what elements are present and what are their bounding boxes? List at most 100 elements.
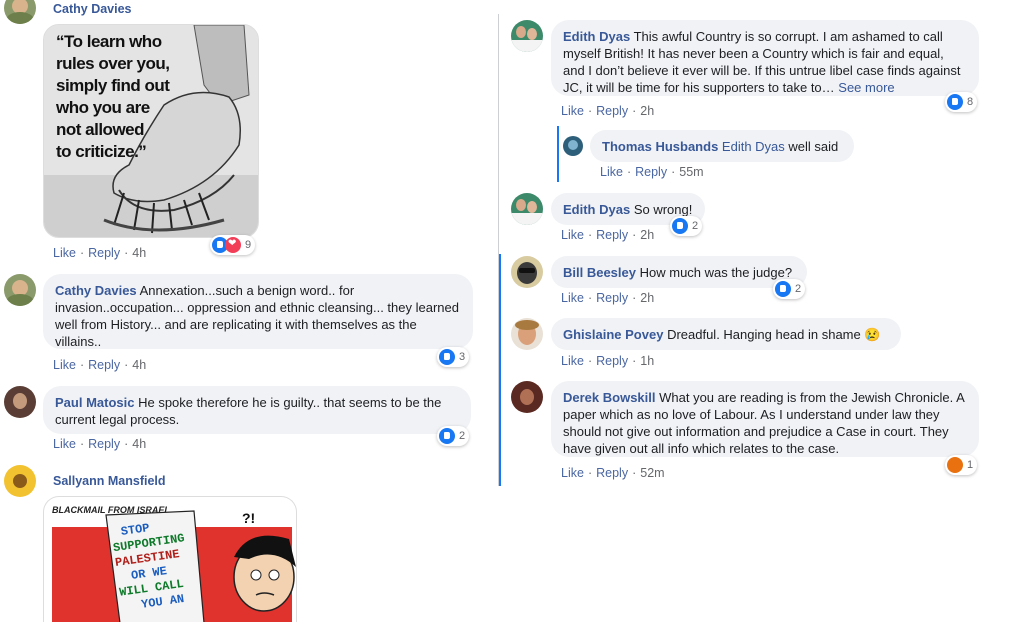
like-button[interactable]: Like: [600, 165, 623, 179]
avatar[interactable]: [511, 318, 543, 350]
reply-button[interactable]: Reply: [596, 291, 628, 305]
reply-button[interactable]: Reply: [596, 466, 628, 480]
avatar[interactable]: [4, 465, 36, 497]
reaction-count: 9: [245, 239, 252, 251]
love-reaction-icon: [225, 237, 241, 253]
reply-button[interactable]: Reply: [88, 246, 120, 260]
reply-button[interactable]: Reply: [596, 104, 628, 118]
comment-author[interactable]: Edith Dyas: [563, 202, 630, 217]
like-button[interactable]: Like: [53, 358, 76, 372]
comment-bubble: Cathy Davies Annexation...such a benign …: [43, 274, 473, 349]
separator: ·: [79, 358, 85, 372]
comment-author[interactable]: Cathy Davies: [55, 283, 137, 298]
avatar[interactable]: [511, 381, 543, 413]
like-button[interactable]: Like: [53, 246, 76, 260]
like-reaction-icon: [439, 428, 455, 444]
separator: ·: [79, 437, 85, 451]
reaction-summary[interactable]: 9: [210, 235, 256, 255]
comment-actions: Like · Reply · 2h: [561, 228, 654, 242]
timestamp[interactable]: 1h: [640, 354, 654, 368]
avatar[interactable]: [563, 136, 583, 156]
reaction-summary[interactable]: 1: [945, 455, 978, 475]
timestamp[interactable]: 2h: [640, 104, 654, 118]
comment-text: So wrong!: [633, 202, 693, 217]
comment-author[interactable]: Bill Beesley: [563, 265, 636, 280]
quote-line: “To learn who: [56, 32, 162, 51]
like-reaction-icon: [672, 218, 688, 234]
timestamp[interactable]: 52m: [640, 466, 664, 480]
reaction-summary[interactable]: 8: [945, 92, 978, 112]
see-more-link[interactable]: See more: [838, 80, 894, 95]
like-button[interactable]: Like: [561, 104, 584, 118]
mention-link[interactable]: Edith Dyas: [722, 139, 785, 154]
separator: ·: [587, 228, 593, 242]
comment-actions: Like · Reply · 4h: [53, 437, 146, 451]
like-reaction-icon: [947, 94, 963, 110]
comment-actions: Like · Reply · 4h: [53, 358, 146, 372]
like-button[interactable]: Like: [561, 228, 584, 242]
reply-bubble: Thomas Husbands Edith Dyas well said: [590, 130, 854, 162]
like-button[interactable]: Like: [561, 291, 584, 305]
avatar[interactable]: [511, 193, 543, 225]
comment-author[interactable]: Cathy Davies: [53, 2, 132, 16]
reaction-count: 8: [967, 96, 974, 108]
comment-text: well said: [788, 139, 839, 154]
reply-button[interactable]: Reply: [596, 354, 628, 368]
timestamp[interactable]: 4h: [132, 358, 146, 372]
separator: ·: [632, 228, 637, 242]
separator: ·: [632, 354, 637, 368]
comment-bubble: Ghislaine Povey Dreadful. Hanging head i…: [551, 318, 901, 350]
separator: ·: [587, 291, 593, 305]
timestamp[interactable]: 2h: [640, 228, 654, 242]
quote-line: simply find out: [56, 76, 170, 95]
avatar[interactable]: [4, 0, 36, 24]
comment-bubble: Edith Dyas This awful Country is so corr…: [551, 20, 979, 96]
reply-button[interactable]: Reply: [596, 228, 628, 242]
reply-indent-line: [557, 126, 559, 182]
separator: ·: [587, 354, 593, 368]
timestamp[interactable]: 55m: [679, 165, 703, 179]
quote-line: rules over you,: [56, 54, 170, 73]
separator: ·: [587, 104, 593, 118]
reaction-count: 2: [795, 283, 802, 295]
timestamp[interactable]: 4h: [132, 246, 146, 260]
like-button[interactable]: Like: [561, 354, 584, 368]
separator: ·: [632, 466, 637, 480]
comment-actions: Like · Reply · 52m: [561, 466, 665, 480]
reply-button[interactable]: Reply: [88, 437, 120, 451]
reaction-summary[interactable]: 2: [773, 279, 806, 299]
reaction-summary[interactable]: 2: [670, 216, 703, 236]
comment-text: How much was the judge?: [639, 265, 793, 280]
comment-actions: Like · Reply · 2h: [561, 291, 654, 305]
comment-actions: Like · Reply · 1h: [561, 354, 654, 368]
comment-author[interactable]: Paul Matosic: [55, 395, 134, 410]
avatar[interactable]: [511, 20, 543, 52]
like-button[interactable]: Like: [561, 466, 584, 480]
like-reaction-icon: [439, 349, 455, 365]
timestamp[interactable]: 4h: [132, 437, 146, 451]
comment-author[interactable]: Sallyann Mansfield: [53, 474, 166, 488]
reply-button[interactable]: Reply: [88, 358, 120, 372]
comment-image[interactable]: BLACKMAIL FROM ISRAEL... ?! STOP SUPPORT…: [43, 496, 297, 622]
comment-author[interactable]: Edith Dyas: [563, 29, 630, 44]
cartoon-symbol: ?!: [242, 510, 255, 526]
like-reaction-icon: [775, 281, 791, 297]
avatar[interactable]: [4, 274, 36, 306]
comment-author[interactable]: Thomas Husbands: [602, 139, 718, 154]
separator: ·: [587, 466, 593, 480]
avatar[interactable]: [4, 386, 36, 418]
reaction-summary[interactable]: 3: [437, 347, 470, 367]
reaction-summary[interactable]: 2: [437, 426, 470, 446]
timestamp[interactable]: 2h: [640, 291, 654, 305]
reaction-count: 2: [692, 220, 699, 232]
comment-author[interactable]: Derek Bowskill: [563, 390, 656, 405]
quote-line: to criticize.”: [56, 142, 147, 161]
reply-button[interactable]: Reply: [635, 165, 667, 179]
quote-line: not allowed: [56, 120, 145, 139]
avatar[interactable]: [511, 256, 543, 288]
comment-author[interactable]: Ghislaine Povey: [563, 327, 663, 342]
comment-image[interactable]: “To learn who rules over you, simply fin…: [43, 24, 259, 238]
like-button[interactable]: Like: [53, 437, 76, 451]
separator: ·: [124, 246, 129, 260]
image-quote: “To learn who rules over you, simply fin…: [56, 31, 170, 163]
